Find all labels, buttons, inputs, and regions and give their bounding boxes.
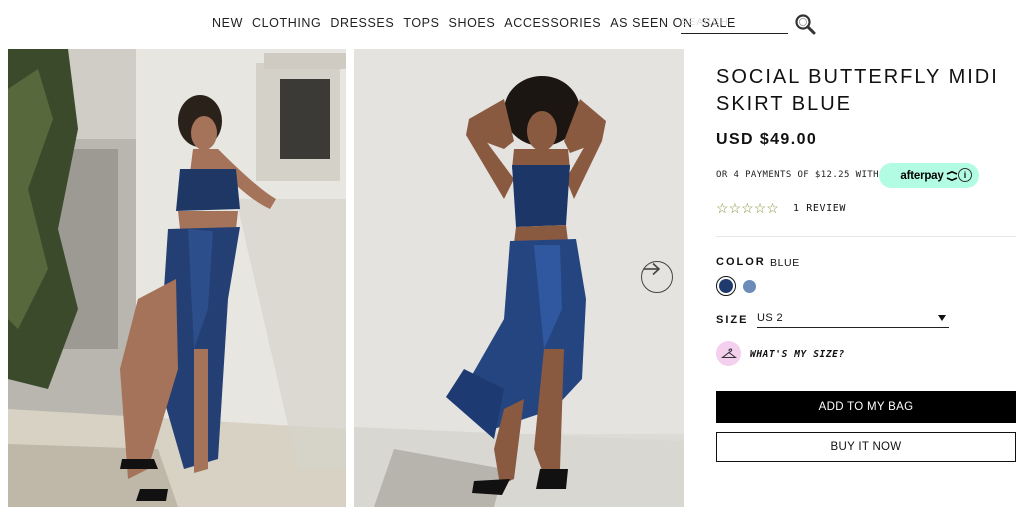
nav-item-new[interactable]: NEW xyxy=(212,16,243,30)
buy-now-button[interactable]: BUY IT NOW xyxy=(716,432,1016,462)
search-input[interactable] xyxy=(681,12,788,33)
star-icon: ☆ xyxy=(753,200,767,216)
size-selected-value: US 2 xyxy=(757,312,784,324)
nav-item-clothing[interactable]: CLOTHING xyxy=(252,16,321,30)
color-swatch-navy[interactable] xyxy=(716,276,736,296)
afterpay-arrows-icon xyxy=(946,170,957,181)
next-image-arrow-icon[interactable] xyxy=(641,261,673,293)
nav-item-dresses[interactable]: DRESSES xyxy=(330,16,394,30)
search-icon[interactable] xyxy=(794,13,816,35)
divider xyxy=(716,236,1016,237)
star-icon: ☆ xyxy=(741,200,754,216)
caret-down-icon xyxy=(938,315,946,321)
star-icon: ☆ xyxy=(728,200,742,216)
nav-item-shoes[interactable]: SHOES xyxy=(449,16,496,30)
nav-item-accessories[interactable]: ACCESSORIES xyxy=(504,16,601,30)
top-navigation: NEW CLOTHING DRESSES TOPS SHOES ACCESSOR… xyxy=(0,0,1024,46)
star-icon: ☆ xyxy=(766,200,779,216)
afterpay-logo-text: afterpay xyxy=(900,169,944,182)
rating-stars[interactable]: ☆ ☆ ☆ ☆ ☆ xyxy=(716,200,779,217)
star-icon: ☆ xyxy=(716,200,729,216)
color-label: COLOR xyxy=(716,256,766,268)
installment-text: OR 4 PAYMENTS OF $12.25 WITH xyxy=(716,170,879,180)
color-value: BLUE xyxy=(770,257,800,269)
product-photo-1[interactable] xyxy=(8,49,346,507)
product-title: SOCIAL BUTTERFLY MIDI SKIRT BLUE xyxy=(716,66,999,115)
color-swatch-light-blue[interactable] xyxy=(743,280,756,293)
search-box xyxy=(681,12,788,34)
size-guide-link[interactable]: WHAT'S MY SIZE? xyxy=(750,349,845,360)
review-count-link[interactable]: 1 REVIEW xyxy=(793,203,846,214)
hanger-icon[interactable] xyxy=(716,341,741,366)
nav-item-tops[interactable]: TOPS xyxy=(403,16,439,30)
add-to-bag-button[interactable]: ADD TO MY BAG xyxy=(716,391,1016,423)
product-photo-2[interactable] xyxy=(354,49,684,507)
size-label: SIZE xyxy=(716,314,749,326)
product-price: USD $49.00 xyxy=(716,131,818,148)
main-menu: NEW CLOTHING DRESSES TOPS SHOES ACCESSOR… xyxy=(212,16,745,30)
info-icon[interactable]: i xyxy=(958,168,972,182)
size-select[interactable]: US 2 xyxy=(757,311,949,328)
